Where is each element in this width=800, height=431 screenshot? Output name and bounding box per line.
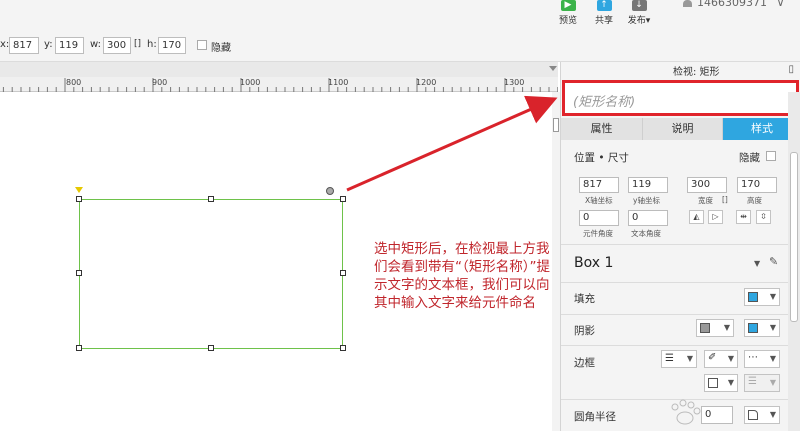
paw-watermark-icon [671, 399, 701, 425]
annotation-arrow [346, 95, 558, 192]
